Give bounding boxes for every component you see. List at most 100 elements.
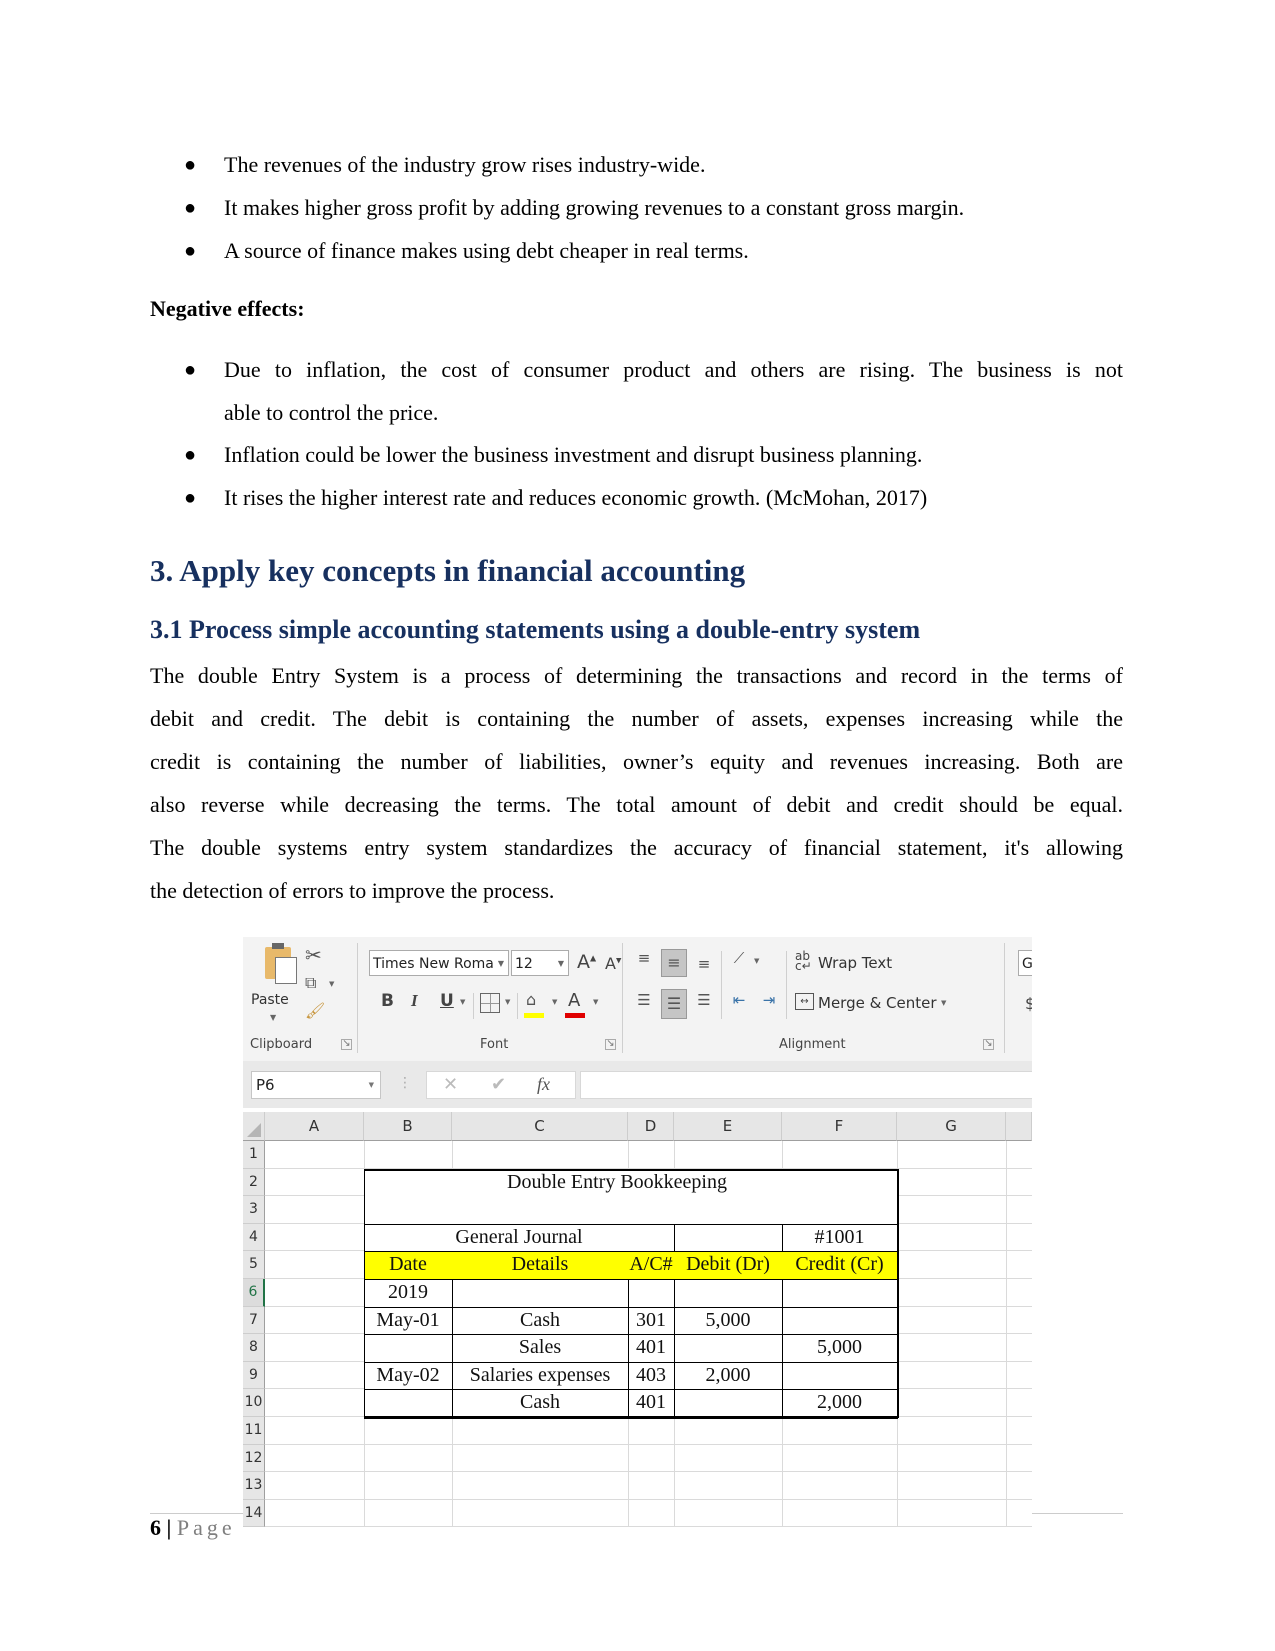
details-cell[interactable]: Salaries expenses: [452, 1362, 628, 1390]
date-cell[interactable]: [364, 1334, 452, 1362]
credit-cell[interactable]: 5,000: [782, 1334, 897, 1362]
font-size-combo[interactable]: 12 ▼: [511, 950, 569, 976]
row-header-4[interactable]: 4: [243, 1223, 265, 1252]
align-center-icon[interactable]: ☰: [661, 989, 687, 1019]
journal-label[interactable]: General Journal: [364, 1224, 674, 1252]
column-title[interactable]: A/C#: [628, 1251, 674, 1279]
copy-dropdown-icon[interactable]: ▼: [329, 980, 334, 988]
top-align-icon[interactable]: ≡: [633, 949, 655, 967]
details-cell[interactable]: Cash: [452, 1389, 628, 1417]
merge-center-button[interactable]: Merge & Center: [818, 994, 937, 1012]
dialog-launcher-icon[interactable]: ↘: [605, 1039, 616, 1050]
enter-icon[interactable]: ✔: [491, 1074, 506, 1095]
merge-dropdown-icon[interactable]: ▼: [941, 999, 946, 1007]
row-header-9[interactable]: 9: [243, 1361, 265, 1390]
account-cell[interactable]: 401: [628, 1334, 674, 1362]
row-header-13[interactable]: 13: [243, 1472, 265, 1500]
ribbon: Paste ▼ ✂ ⧉ ▼ 🖌 Clipboard ↘ Times New Ro…: [243, 937, 1032, 1062]
row-header-6[interactable]: 6: [243, 1279, 265, 1307]
orientation-dropdown-icon[interactable]: ▼: [754, 957, 759, 965]
row-header-3[interactable]: 3: [243, 1196, 265, 1224]
underline-dropdown-icon[interactable]: ▼: [460, 998, 465, 1006]
row-header-1[interactable]: 1: [243, 1141, 265, 1169]
credit-cell[interactable]: 2,000: [782, 1389, 897, 1417]
column-title[interactable]: Debit (Dr): [674, 1251, 782, 1279]
cancel-icon[interactable]: ✕: [443, 1074, 458, 1095]
column-header-g[interactable]: G: [897, 1112, 1006, 1141]
paste-dropdown-icon[interactable]: ▼: [270, 1013, 276, 1022]
credit-cell[interactable]: [782, 1362, 897, 1390]
cut-icon[interactable]: ✂: [305, 943, 322, 967]
formula-input[interactable]: [580, 1071, 1032, 1099]
column-title[interactable]: Credit (Cr): [782, 1251, 897, 1279]
row-header-5[interactable]: 5: [243, 1251, 265, 1279]
year-cell[interactable]: 2019: [364, 1279, 452, 1307]
debit-cell[interactable]: 5,000: [674, 1307, 782, 1335]
credit-cell[interactable]: [782, 1307, 897, 1335]
column-header-f[interactable]: F: [782, 1112, 897, 1141]
row-header-14[interactable]: 14: [243, 1499, 265, 1528]
column-title[interactable]: Date: [364, 1251, 452, 1279]
journal-number[interactable]: #1001: [782, 1224, 897, 1252]
align-left-icon[interactable]: ☰: [633, 991, 655, 1009]
borders-dropdown-icon[interactable]: ▼: [505, 998, 510, 1006]
column-header-d[interactable]: D: [628, 1112, 674, 1141]
row-header-2[interactable]: 2: [243, 1168, 265, 1197]
paragraph-line: debit and credit. The debit is containin…: [150, 706, 1123, 731]
column-header-partial[interactable]: [1006, 1112, 1032, 1141]
increase-indent-icon[interactable]: ⇥: [758, 991, 780, 1009]
date-cell[interactable]: May-02: [364, 1362, 452, 1390]
dialog-launcher-icon[interactable]: ↘: [341, 1039, 352, 1050]
underline-button[interactable]: U: [440, 991, 454, 1011]
font-color-dropdown-icon[interactable]: ▼: [593, 998, 598, 1006]
currency-icon[interactable]: $: [1025, 994, 1032, 1013]
merge-icon[interactable]: ↔: [795, 993, 814, 1010]
align-right-icon[interactable]: ☰: [693, 991, 715, 1009]
decrease-indent-icon[interactable]: ⇤: [728, 991, 750, 1009]
copy-icon[interactable]: ⧉: [305, 973, 316, 993]
bold-button[interactable]: B: [381, 991, 394, 1011]
column-header-e[interactable]: E: [674, 1112, 782, 1141]
paste-button[interactable]: Paste: [251, 992, 289, 1008]
debit-cell[interactable]: [674, 1334, 782, 1362]
select-all-corner[interactable]: [243, 1112, 265, 1141]
format-painter-icon[interactable]: 🖌: [305, 1001, 325, 1020]
wrap-text-icon[interactable]: ab c↵: [795, 950, 812, 972]
name-box[interactable]: P6 ▼: [251, 1071, 381, 1099]
details-cell[interactable]: Cash: [452, 1307, 628, 1335]
account-cell[interactable]: 401: [628, 1389, 674, 1417]
font-name-combo[interactable]: Times New Roma ▼: [369, 950, 509, 976]
row-header-7[interactable]: 7: [243, 1306, 265, 1335]
row-header-10[interactable]: 10: [243, 1389, 265, 1417]
dialog-launcher-icon[interactable]: ↘: [983, 1039, 994, 1050]
sheet-title[interactable]: Double Entry Bookkeeping: [452, 1169, 782, 1197]
row-header-12[interactable]: 12: [243, 1444, 265, 1473]
row-header-8[interactable]: 8: [243, 1334, 265, 1362]
date-cell[interactable]: [364, 1389, 452, 1417]
shrink-font-button[interactable]: A▼: [605, 954, 621, 973]
grow-font-button[interactable]: A▲: [577, 951, 596, 973]
column-header-c[interactable]: C: [452, 1112, 628, 1141]
orientation-icon[interactable]: ⟋: [728, 949, 750, 967]
column-header-b[interactable]: B: [364, 1112, 452, 1141]
insert-function-icon[interactable]: fx: [537, 1074, 550, 1095]
number-format-combo[interactable]: G: [1018, 950, 1032, 976]
details-cell[interactable]: Sales: [452, 1334, 628, 1362]
debit-cell[interactable]: [674, 1389, 782, 1417]
middle-align-icon[interactable]: ≡: [661, 949, 687, 977]
debit-cell[interactable]: 2,000: [674, 1362, 782, 1390]
bottom-align-icon[interactable]: ≡: [693, 955, 715, 973]
column-title[interactable]: Details: [452, 1251, 628, 1279]
borders-icon[interactable]: [480, 993, 500, 1013]
fill-dropdown-icon[interactable]: ▼: [552, 998, 557, 1006]
fill-color-icon[interactable]: ⌂: [526, 990, 536, 1009]
column-header-a[interactable]: A: [265, 1112, 364, 1141]
font-color-icon[interactable]: A: [568, 990, 580, 1011]
row-header-11[interactable]: 11: [243, 1417, 265, 1445]
paste-icon[interactable]: [265, 943, 297, 984]
italic-button[interactable]: I: [411, 991, 418, 1011]
account-cell[interactable]: 301: [628, 1307, 674, 1335]
wrap-text-button[interactable]: Wrap Text: [818, 954, 892, 972]
date-cell[interactable]: May-01: [364, 1307, 452, 1335]
account-cell[interactable]: 403: [628, 1362, 674, 1390]
